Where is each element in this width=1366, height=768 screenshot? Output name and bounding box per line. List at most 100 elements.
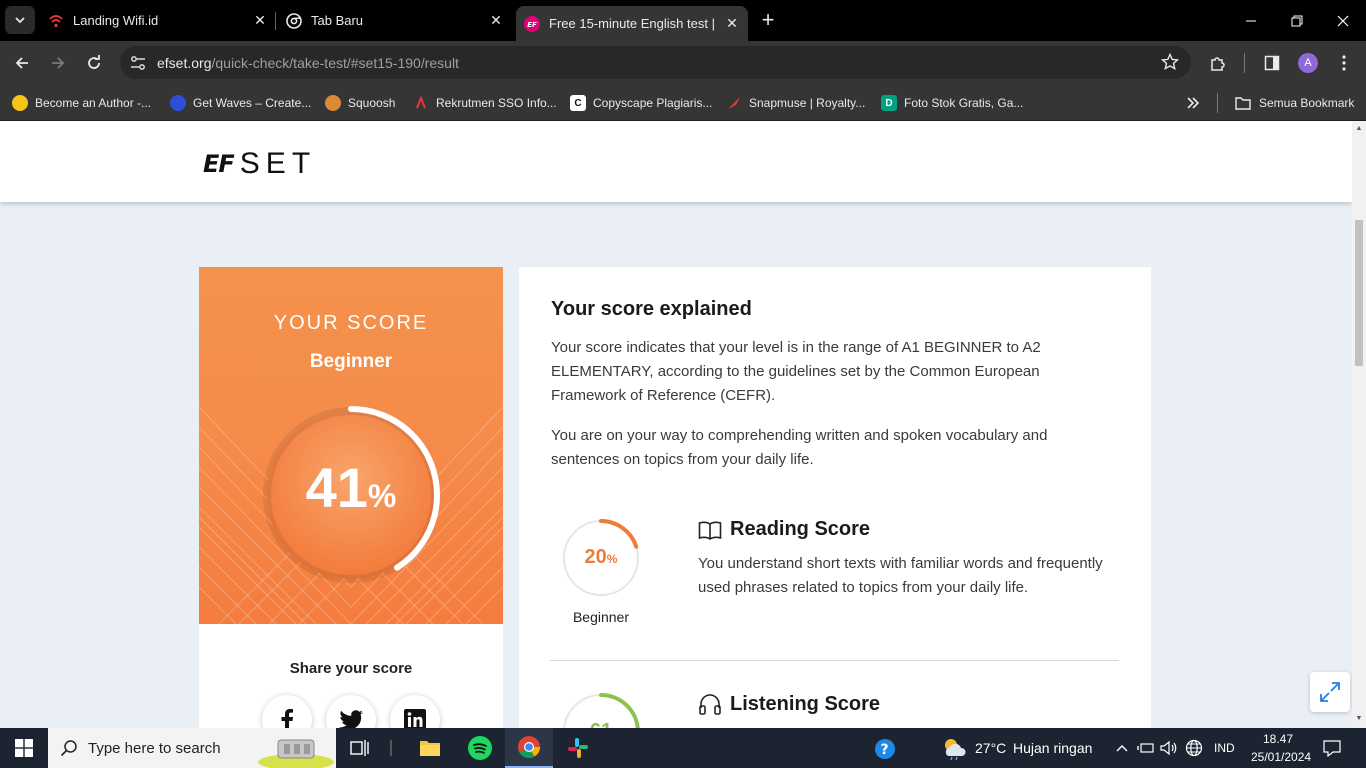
all-bookmarks-button[interactable]: Semua Bookmark xyxy=(1235,93,1354,113)
url-path: /quick-check/take-test/#set15-190/result xyxy=(211,55,459,71)
minimize-button[interactable] xyxy=(1228,0,1274,41)
puzzle-icon xyxy=(1211,57,1225,71)
reading-level: Beginner xyxy=(572,609,630,625)
weather-temperature[interactable]: 27°C xyxy=(975,740,1006,756)
address-bar[interactable]: efset.org/quick-check/take-test/#set15-1… xyxy=(120,46,1191,79)
chevron-double-right-icon xyxy=(1187,97,1200,109)
profile-button[interactable]: A xyxy=(1296,51,1320,75)
browser-menu-button[interactable] xyxy=(1332,51,1356,75)
taskbar-separator xyxy=(390,740,392,756)
tab-new-tab[interactable]: Tab Baru ✕ xyxy=(286,6,504,35)
site-settings-icon[interactable] xyxy=(129,54,147,72)
reload-button[interactable] xyxy=(80,49,108,77)
taskbar-search-box[interactable]: Type here to search xyxy=(48,728,336,768)
efset-logo[interactable]: EF SET xyxy=(203,147,316,181)
chrome-taskbar-button[interactable] xyxy=(505,728,553,768)
listening-score-title: Listening Score xyxy=(730,692,881,715)
url-text[interactable]: efset.org/quick-check/take-test/#set15-1… xyxy=(157,55,459,71)
bookmark-item[interactable]: D Foto Stok Gratis, Ga... xyxy=(881,93,1023,113)
tab-search-button[interactable] xyxy=(5,6,35,34)
logo-mark: EF xyxy=(203,150,235,178)
headphones-icon xyxy=(699,694,721,715)
bookmark-item[interactable]: Squoosh xyxy=(325,93,395,113)
side-panel-button[interactable] xyxy=(1260,51,1284,75)
snapmuse-icon xyxy=(726,95,742,111)
rekrutmen-icon xyxy=(413,95,429,111)
windows-logo-icon xyxy=(15,739,33,757)
language-indicator[interactable]: IND xyxy=(1214,741,1235,755)
url-host: efset.org xyxy=(157,55,212,71)
site-header: EF SET xyxy=(0,121,1352,202)
score-level: Beginner xyxy=(309,351,393,372)
clock-time[interactable]: 18.47 xyxy=(1263,732,1293,746)
back-button[interactable] xyxy=(8,49,36,77)
reading-description: You understand short texts with familiar… xyxy=(698,555,1103,596)
weather-rain-icon[interactable] xyxy=(940,736,968,760)
logo-text: SET xyxy=(239,147,317,180)
reload-icon xyxy=(88,55,100,69)
task-view-button[interactable] xyxy=(336,728,384,768)
close-icon xyxy=(1337,15,1349,26)
restore-button[interactable] xyxy=(1274,0,1320,41)
bookmark-item[interactable]: Snapmuse | Royalty... xyxy=(726,93,865,113)
close-icon[interactable]: ✕ xyxy=(488,12,504,29)
network-globe-icon[interactable] xyxy=(1185,739,1203,757)
percent-sign: % xyxy=(606,552,618,566)
bookmark-label: Become an Author -... xyxy=(35,96,152,110)
battery-icon[interactable] xyxy=(1137,739,1155,757)
bookmark-item[interactable]: Rekrutmen SSO Info... xyxy=(413,93,557,113)
help-icon[interactable]: ? xyxy=(874,738,896,760)
ef-favicon-icon: EF xyxy=(524,15,540,32)
scroll-up-arrow-icon[interactable]: ▲ xyxy=(1355,125,1363,133)
spotify-icon xyxy=(468,736,492,760)
twitter-icon xyxy=(339,710,363,728)
close-icon[interactable]: ✕ xyxy=(724,15,740,32)
page-scrollbar[interactable]: ▲ ▼ xyxy=(1352,121,1366,728)
your-score-label: YOUR SCORE xyxy=(273,312,429,334)
bookmark-item[interactable]: Get Waves – Create... xyxy=(170,93,311,113)
weather-description[interactable]: Hujan ringan xyxy=(1013,740,1092,756)
bookmark-label: Get Waves – Create... xyxy=(193,96,312,110)
section-title: Your score explained xyxy=(551,298,752,320)
bookmark-label: Snapmuse | Royalty... xyxy=(749,96,866,110)
scroll-down-arrow-icon[interactable]: ▼ xyxy=(1355,715,1363,723)
slack-button[interactable] xyxy=(554,728,602,768)
bookmark-favicon-icon xyxy=(12,95,28,111)
share-facebook-button[interactable] xyxy=(262,695,312,728)
clock-date[interactable]: 25/01/2024 xyxy=(1251,750,1311,764)
notification-icon[interactable] xyxy=(1323,739,1341,757)
bookmark-label: Semua Bookmark xyxy=(1259,96,1355,110)
tab-landing-wifi[interactable]: Landing Wifi.id ✕ xyxy=(48,6,268,35)
tab-title: Landing Wifi.id xyxy=(73,13,159,28)
share-twitter-button[interactable] xyxy=(326,695,376,728)
close-icon[interactable]: ✕ xyxy=(252,12,268,29)
forward-button[interactable] xyxy=(44,49,72,77)
more-bookmarks-button[interactable] xyxy=(1186,93,1200,113)
extensions-button[interactable] xyxy=(1206,51,1230,75)
chevron-up-icon[interactable] xyxy=(1113,739,1131,757)
start-button[interactable] xyxy=(0,728,48,768)
close-window-button[interactable] xyxy=(1320,0,1366,41)
tab-separator xyxy=(275,12,276,30)
file-explorer-button[interactable] xyxy=(406,728,454,768)
percent-sign: % xyxy=(367,478,397,514)
fullscreen-button[interactable] xyxy=(1310,672,1350,712)
svg-text:?: ? xyxy=(881,742,889,758)
spotify-button[interactable] xyxy=(456,728,504,768)
bookmark-star-icon[interactable] xyxy=(1161,53,1179,71)
bookmark-label: Squoosh xyxy=(348,96,396,110)
volume-icon[interactable] xyxy=(1160,739,1178,757)
new-tab-button[interactable]: + xyxy=(756,7,780,32)
share-linkedin-button[interactable] xyxy=(390,695,440,728)
bookmark-item[interactable]: Become an Author -... xyxy=(12,93,151,113)
scrollbar-thumb[interactable] xyxy=(1355,220,1363,366)
listening-score-number: 61 xyxy=(590,720,612,728)
share-title: Share your score xyxy=(289,660,413,677)
bookmark-item[interactable]: C Copyscape Plagiaris... xyxy=(570,93,712,113)
waves-icon xyxy=(170,95,186,111)
tab-efset-active[interactable]: EF Free 15-minute English test | EF ✕ xyxy=(516,6,748,41)
reading-score-heading: Reading Score xyxy=(698,518,870,541)
reading-score-title: Reading Score xyxy=(730,518,871,540)
task-view-icon xyxy=(350,740,369,756)
tab-title: Free 15-minute English test | EF xyxy=(549,16,718,31)
